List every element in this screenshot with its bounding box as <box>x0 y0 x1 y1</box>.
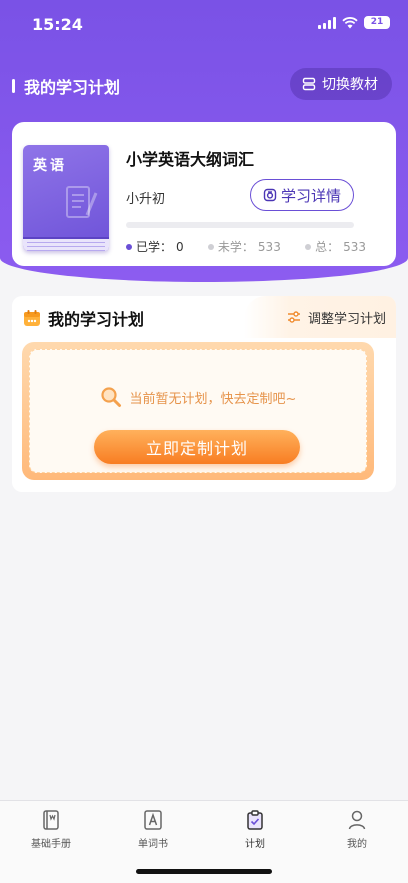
create-plan-button[interactable]: 立即定制计划 <box>94 430 300 464</box>
adjust-plan-button[interactable]: 调整学习计划 <box>244 296 396 338</box>
wifi-icon <box>342 16 358 28</box>
empty-plan-box: 当前暂无计划，快去定制吧~ 立即定制计划 <box>22 342 374 480</box>
signal-icon <box>318 16 336 29</box>
tab-basic-handbook[interactable]: 基础手册 <box>0 801 102 883</box>
stat-learned-value: 0 <box>176 239 184 254</box>
title-accent-bar <box>12 79 15 93</box>
stat-learned-label: 已学： <box>136 240 173 254</box>
battery-icon: 21 <box>364 16 390 29</box>
unlearned-dot <box>207 243 214 250</box>
status-time: 15:24 <box>32 15 83 34</box>
sliders-icon <box>287 311 300 323</box>
plan-title: 我的学习计划 <box>22 306 144 330</box>
calendar-icon <box>24 310 40 326</box>
switch-textbook-button[interactable]: 切换教材 <box>290 68 392 100</box>
stat-total-label: 总： <box>315 240 340 254</box>
study-details-button[interactable]: 学习详情 <box>250 179 354 211</box>
adjust-plan-label: 调整学习计划 <box>307 311 386 327</box>
plan-title-text: 我的学习计划 <box>48 310 145 329</box>
word-stats: 已学： 0 未学： 533 总： 533 <box>126 238 366 255</box>
book-cover[interactable]: 英语 <box>23 145 109 251</box>
clipboard-check-icon <box>247 810 263 830</box>
empty-plan-text: 当前暂无计划，快去定制吧~ <box>129 391 297 407</box>
tab-wordbook-label: 单词书 <box>138 839 168 850</box>
status-bar: 15:24 21 <box>0 0 408 48</box>
book-pages <box>23 237 109 251</box>
stat-unlearned-label: 未学： <box>217 240 254 254</box>
tab-basic-handbook-label: 基础手册 <box>31 839 71 850</box>
total-dot <box>305 243 312 250</box>
tab-mine[interactable]: 我的 <box>306 801 408 883</box>
book-grade: 小升初 <box>126 192 166 207</box>
switch-icon <box>302 77 316 91</box>
stat-total-value: 533 <box>343 239 366 254</box>
page-title-text: 我的学习计划 <box>24 78 121 97</box>
tab-plan-label: 计划 <box>245 839 265 850</box>
user-icon <box>348 810 366 830</box>
search-icon <box>100 387 121 407</box>
switch-textbook-label: 切换教材 <box>322 77 378 93</box>
stat-unlearned: 未学： 533 <box>207 238 281 255</box>
tab-mine-label: 我的 <box>347 839 367 850</box>
stat-learned: 已学： 0 <box>126 238 184 255</box>
page-title: 我的学习计划 <box>12 74 120 98</box>
notebook-pen-icon <box>66 186 98 218</box>
top-bar: 我的学习计划 切换教材 <box>0 64 408 104</box>
letter-a-icon <box>144 810 162 830</box>
study-details-label: 学习详情 <box>280 186 341 205</box>
learned-dot <box>126 243 132 250</box>
book-icon <box>43 810 59 830</box>
stat-total: 总： 533 <box>305 238 366 255</box>
empty-plan-inner: 当前暂无计划，快去定制吧~ 立即定制计划 <box>29 349 367 473</box>
current-book-card: 英语 小学英语大纲词汇 小升初 学习详情 已学： 0 未学： 533 总： 53… <box>12 122 396 266</box>
study-plan-card: 我的学习计划 调整学习计划 当前暂无计划，快去定制吧~ 立即定制计划 <box>12 296 396 492</box>
empty-plan-message: 当前暂无计划，快去定制吧~ <box>30 386 366 408</box>
plan-header: 我的学习计划 调整学习计划 <box>12 296 396 338</box>
home-indicator <box>136 869 272 874</box>
study-progress-bar <box>126 222 354 228</box>
book-title: 小学英语大纲词汇 <box>126 150 255 169</box>
chart-ring-icon <box>263 188 277 202</box>
book-cover-label: 英语 <box>33 158 67 174</box>
stat-unlearned-value: 533 <box>257 239 281 254</box>
status-icons: 21 <box>318 16 390 29</box>
